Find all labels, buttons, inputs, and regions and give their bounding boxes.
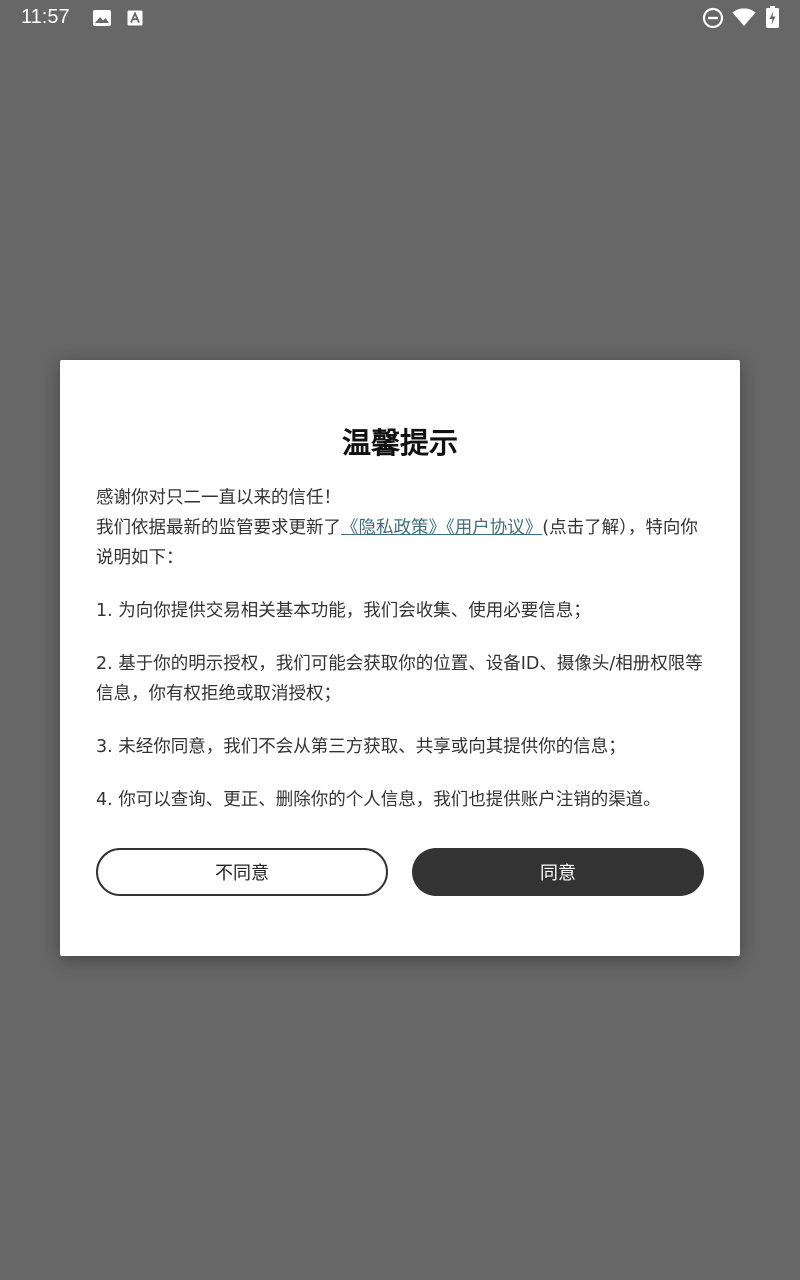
dialog-title: 温馨提示 — [341, 426, 458, 460]
intro-line-2-prefix: 我们依据最新的监管要求更新了 — [96, 518, 341, 538]
image-icon — [93, 10, 111, 26]
decline-button[interactable]: 不同意 — [96, 848, 388, 896]
list-item: 1. 为向你提供交易相关基本功能，我们会收集、使用必要信息； — [96, 601, 591, 621]
intro-line-1: 感谢你对只二一直以来的信任！ — [96, 488, 341, 508]
do-not-disturb-icon — [702, 7, 724, 29]
agree-button[interactable]: 同意 — [412, 848, 704, 896]
privacy-policy-link[interactable]: 《隐私政策》 — [341, 518, 446, 538]
user-agreement-link[interactable]: 《用户协议》 — [446, 518, 542, 538]
status-time: 11:57 — [21, 6, 70, 28]
agree-button-label: 同意 — [540, 863, 576, 884]
text-a-icon — [127, 10, 143, 26]
list-item: 2. 基于你的明示授权，我们可能会获取你的位置、设备ID、摄像头/相册权限等信息… — [96, 654, 703, 704]
status-bar: 11:57 — [0, 0, 800, 36]
list-item: 4. 你可以查询、更正、删除你的个人信息，我们也提供账户注销的渠道。 — [96, 790, 661, 810]
list-item: 3. 未经你同意，我们不会从第三方获取、共享或向其提供你的信息； — [96, 737, 626, 757]
decline-button-label: 不同意 — [215, 863, 269, 884]
battery-charging-icon — [766, 6, 779, 28]
intro-paragraph: 感谢你对只二一直以来的信任！ 我们依据最新的监管要求更新了《隐私政策》《用户协议… — [96, 483, 706, 573]
wifi-icon — [732, 8, 756, 26]
